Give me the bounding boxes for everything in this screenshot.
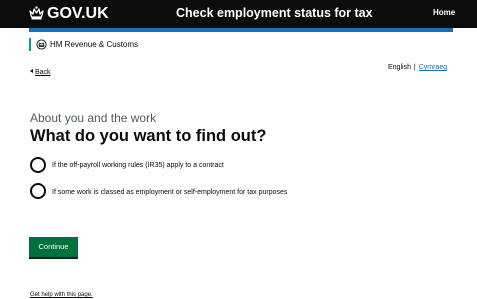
language-switcher: English | Cymraeg xyxy=(388,63,447,72)
govuk-logo[interactable]: GOV.UK xyxy=(47,4,109,23)
radio-label[interactable]: If some work is classed as employment or… xyxy=(52,183,292,198)
page-caption: About you and the work xyxy=(30,111,157,125)
language-cymraeg-link[interactable]: Cymraeg xyxy=(419,64,447,71)
language-current: English xyxy=(388,64,411,71)
radio-label[interactable]: If the off-payroll working rules (IR35) … xyxy=(52,157,292,171)
header-accent-bar xyxy=(29,28,453,32)
radio-option-employment-status[interactable]: If some work is classed as employment or… xyxy=(30,183,292,199)
language-separator: | xyxy=(413,64,416,71)
back-link-label: Back xyxy=(35,69,51,76)
radio-button[interactable] xyxy=(30,183,46,199)
page-title: What do you want to find out? xyxy=(30,127,267,145)
organisation-name[interactable]: HM Revenue & Customs xyxy=(50,40,138,50)
radio-option-ir35[interactable]: If the off-payroll working rules (IR35) … xyxy=(30,157,292,173)
back-arrow-icon xyxy=(30,69,33,73)
radio-button[interactable] xyxy=(30,157,46,173)
crest-icon xyxy=(36,39,47,50)
back-link[interactable]: Back xyxy=(30,68,51,77)
site-header: GOV.UK Check employment status for tax H… xyxy=(0,0,477,28)
crown-icon xyxy=(29,6,44,20)
service-name[interactable]: Check employment status for tax xyxy=(176,6,373,21)
organisation-banner: HM Revenue & Customs xyxy=(29,38,138,51)
continue-button[interactable]: Continue xyxy=(29,237,78,257)
home-link[interactable]: Home xyxy=(433,8,455,18)
help-link[interactable]: Get help with this page. xyxy=(30,291,93,299)
